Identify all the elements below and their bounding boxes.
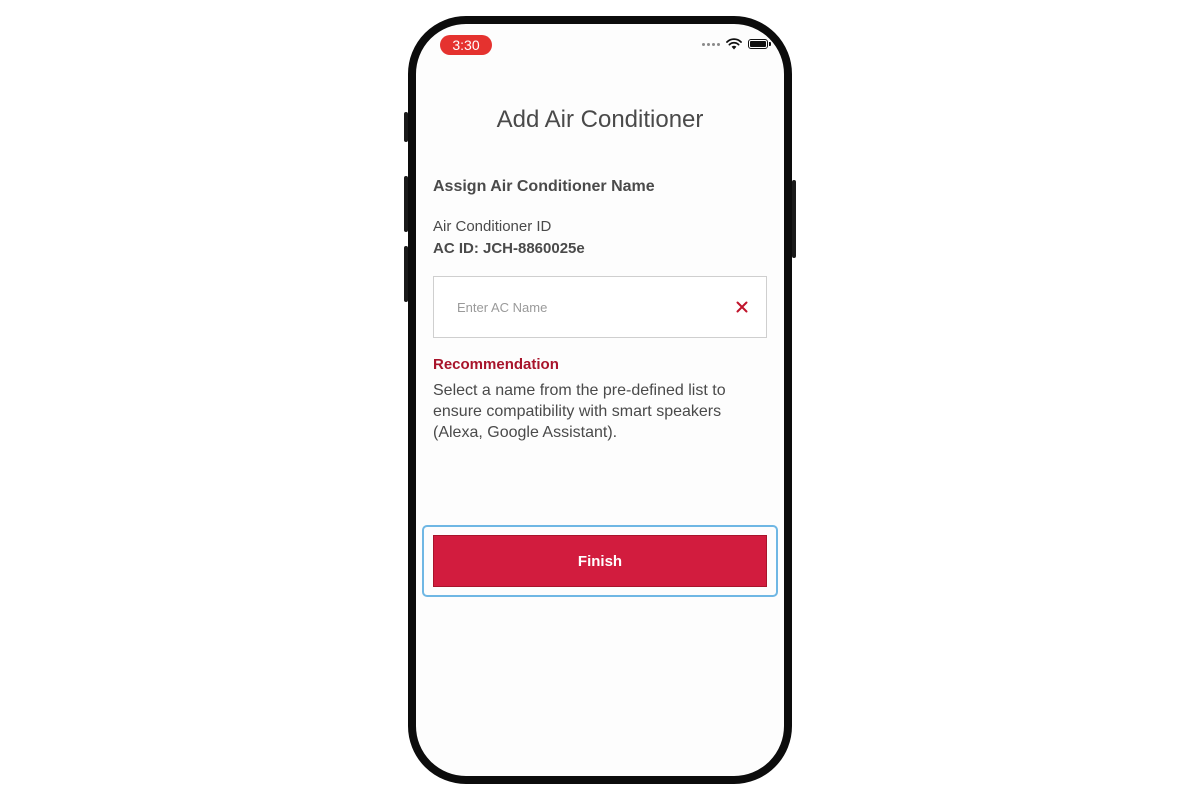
recommendation-heading: Recommendation — [433, 356, 559, 373]
status-bar: 3:30 — [416, 24, 784, 68]
stage: 3:30 Add Air Conditioner Assign Air Cond… — [0, 0, 1200, 800]
close-icon[interactable] — [734, 299, 750, 315]
status-icons — [702, 38, 771, 50]
ac-id-value: AC ID: JCH-8860025e — [433, 240, 585, 257]
finish-button[interactable]: Finish — [433, 535, 767, 587]
power-button — [792, 180, 796, 258]
ac-name-field — [433, 276, 767, 338]
section-heading: Assign Air Conditioner Name — [433, 178, 655, 195]
wifi-icon — [726, 38, 742, 50]
ac-name-input[interactable] — [434, 277, 737, 337]
signal-dots-icon — [702, 42, 720, 46]
recommendation-text: Select a name from the pre-defined list … — [433, 382, 726, 441]
ac-id-label: Air Conditioner ID — [433, 218, 552, 235]
battery-icon — [748, 39, 771, 49]
page-title: Add Air Conditioner — [496, 106, 704, 133]
status-time: 3:30 — [440, 35, 492, 55]
phone-frame: 3:30 Add Air Conditioner Assign Air Cond… — [408, 16, 792, 784]
